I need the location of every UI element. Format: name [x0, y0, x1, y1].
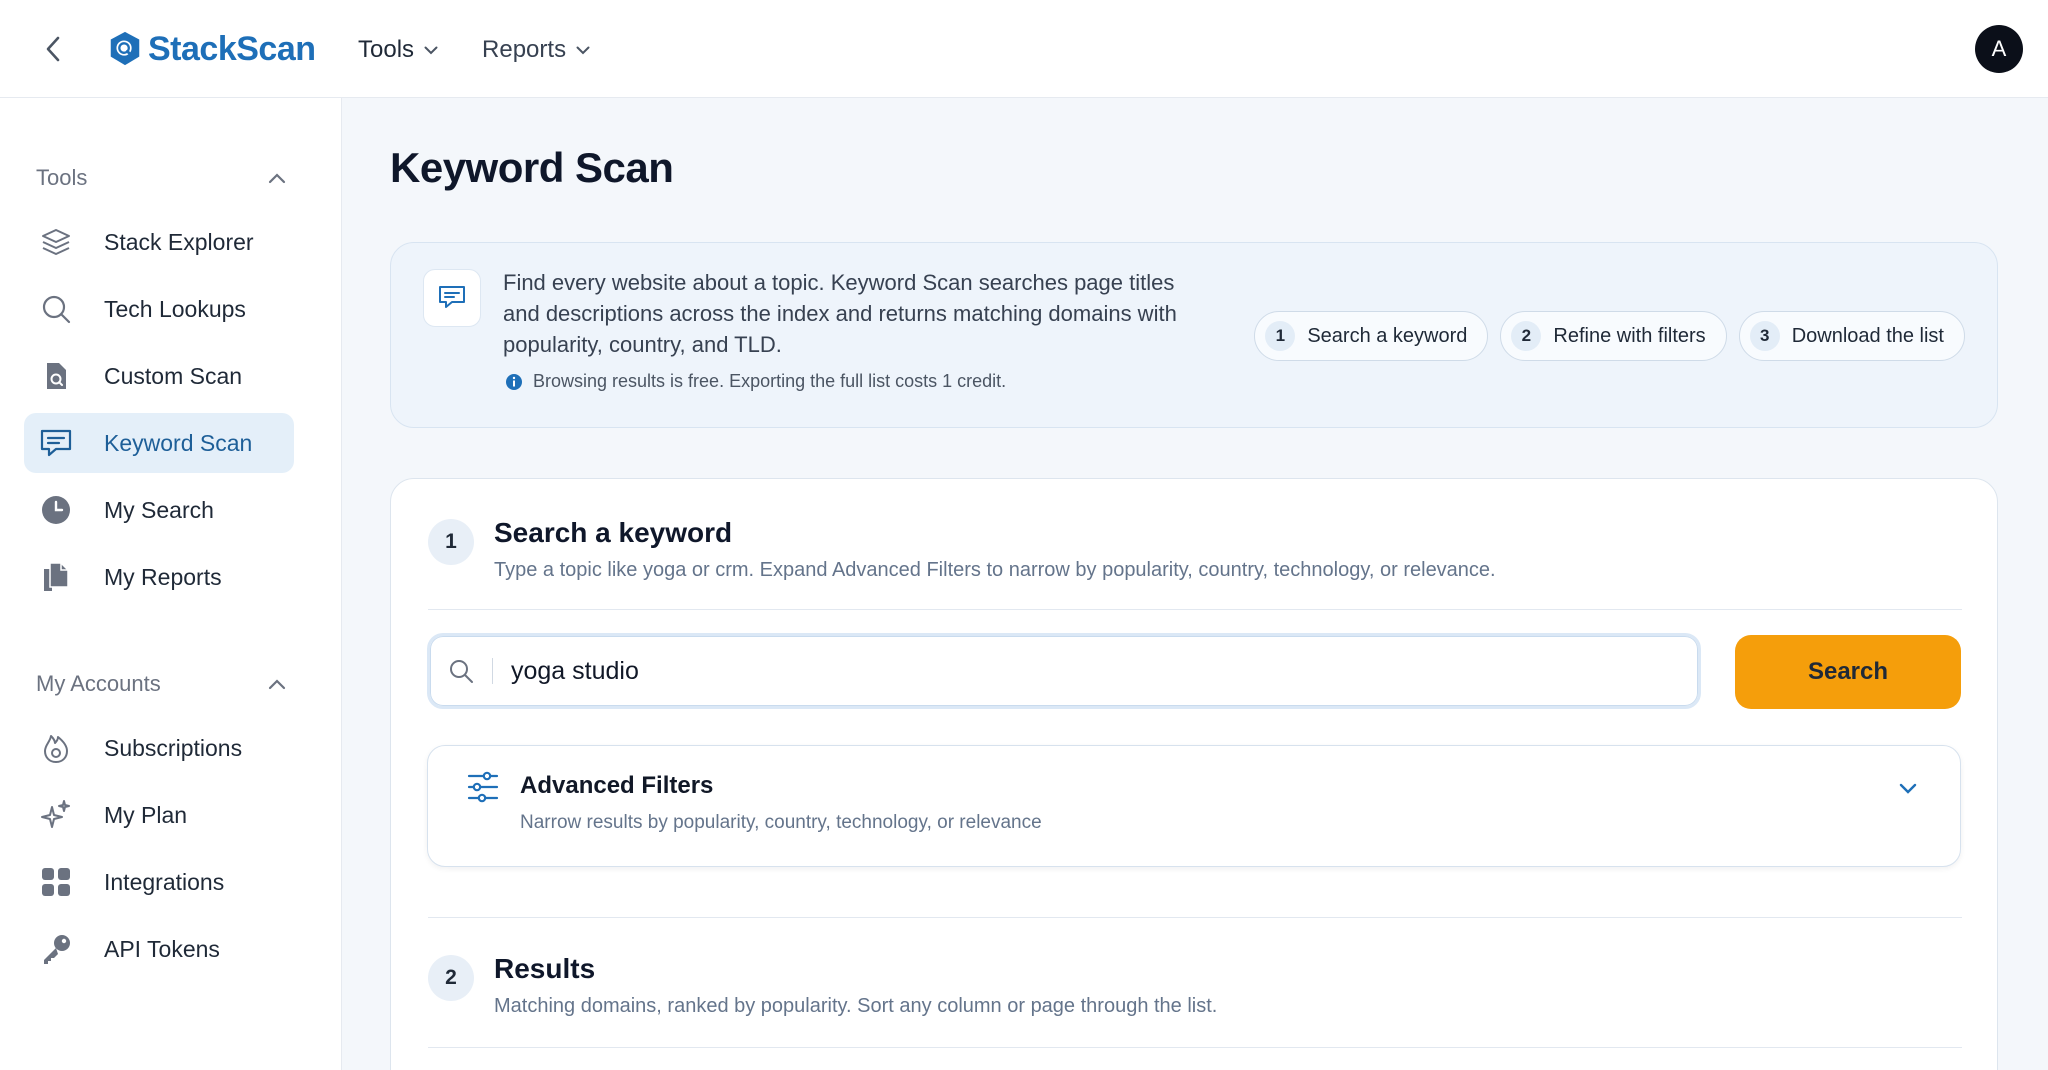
sidebar-item-label: My Search	[104, 496, 214, 523]
divider	[428, 1047, 1962, 1048]
section-subtitle: Type a topic like yoga or crm. Expand Ad…	[494, 559, 1496, 581]
sidebar-item-label: Integrations	[104, 868, 225, 895]
step-number: 2	[1511, 321, 1542, 351]
sidebar-item-subscriptions[interactable]: Subscriptions	[24, 718, 294, 778]
sidebar-item-stack-explorer[interactable]: Stack Explorer	[24, 212, 294, 272]
key-icon	[38, 931, 74, 967]
advanced-filters-toggle[interactable]: Advanced Filters Narrow results by popul…	[427, 745, 1961, 867]
section-title: Search a keyword	[494, 517, 733, 548]
sidebar-item-tech-lookups[interactable]: Tech Lookups	[24, 279, 294, 339]
chevron-down-icon	[576, 46, 590, 54]
top-bar: StackScan Tools Reports A	[0, 0, 2048, 98]
sidebar-item-label: Stack Explorer	[104, 228, 254, 255]
search-icon	[430, 636, 492, 706]
info-note-text: Browsing results is free. Exporting the …	[533, 371, 1007, 391]
search-button[interactable]: Search	[1735, 635, 1961, 709]
sidebar-item-label: Keyword Scan	[104, 429, 253, 456]
sidebar-item-custom-scan[interactable]: Custom Scan	[24, 346, 294, 406]
section-title: Results	[494, 953, 596, 984]
sidebar-item-label: Subscriptions	[104, 734, 243, 761]
divider	[428, 609, 1962, 610]
search-icon	[38, 291, 74, 327]
search-input[interactable]	[511, 656, 1611, 686]
search-field[interactable]	[427, 633, 1701, 709]
layers-icon	[38, 224, 74, 260]
section-number: 2	[428, 955, 474, 1001]
sidebar-item-label: My Reports	[104, 563, 222, 590]
documents-icon	[38, 559, 74, 595]
filters-subtitle: Narrow results by popularity, country, t…	[520, 812, 1042, 833]
keyword-scan-card: 1 Search a keyword Type a topic like yog…	[390, 478, 1998, 1070]
file-search-icon	[38, 358, 74, 394]
nav-reports[interactable]: Reports	[482, 30, 590, 70]
sidebar-item-my-reports[interactable]: My Reports	[24, 547, 294, 607]
sidebar-item-integrations[interactable]: Integrations	[24, 852, 294, 912]
sidebar-item-api-tokens[interactable]: API Tokens	[24, 919, 294, 979]
avatar[interactable]: A	[1975, 25, 2023, 73]
step-number: 3	[1749, 321, 1780, 351]
page-title: Keyword Scan	[390, 144, 674, 191]
step-pill: 2 Refine with filters	[1500, 311, 1727, 361]
grid-icon	[38, 864, 74, 900]
info-description: Find every website about a topic. Keywor…	[503, 270, 1177, 357]
section-subtitle: Matching domains, ranked by popularity. …	[494, 995, 1218, 1017]
divider	[428, 917, 1962, 918]
logo-icon	[110, 31, 140, 66]
step-number: 1	[1265, 321, 1296, 351]
sidebar-item-my-search[interactable]: My Search	[24, 480, 294, 540]
chevron-up-icon	[268, 678, 286, 689]
top-nav: Tools Reports	[358, 30, 590, 70]
step-label: Refine with filters	[1553, 324, 1706, 347]
info-icon	[506, 373, 522, 390]
step-pill: 1 Search a keyword	[1254, 311, 1489, 361]
message-icon	[423, 269, 481, 327]
clock-icon	[38, 492, 74, 528]
step-pill: 3 Download the list	[1738, 311, 1965, 361]
flame-icon	[38, 730, 74, 766]
nav-reports-label: Reports	[482, 36, 567, 63]
message-icon	[38, 425, 74, 461]
sidebar-section-title: My Accounts	[36, 671, 161, 696]
chevron-down-icon	[1899, 783, 1917, 794]
sidebar-item-label: Tech Lookups	[104, 295, 246, 322]
info-card: Find every website about a topic. Keywor…	[390, 242, 1998, 428]
sidebar-section-tools[interactable]: Tools	[36, 160, 286, 196]
chevron-down-icon	[424, 46, 438, 54]
nav-tools[interactable]: Tools	[358, 30, 438, 70]
sparkles-icon	[38, 797, 74, 833]
sidebar-item-keyword-scan[interactable]: Keyword Scan	[24, 413, 294, 473]
sidebar-item-label: API Tokens	[104, 935, 220, 962]
step-label: Download the list	[1791, 324, 1944, 347]
sliders-icon	[467, 771, 499, 803]
sidebar-item-label: My Plan	[104, 801, 188, 828]
nav-tools-label: Tools	[358, 36, 415, 63]
chevron-up-icon	[268, 172, 286, 183]
search-divider	[492, 658, 493, 684]
sidebar-item-my-plan[interactable]: My Plan	[24, 785, 294, 845]
step-label: Search a keyword	[1307, 324, 1468, 347]
section-number: 1	[428, 519, 474, 565]
sidebar-item-label: Custom Scan	[104, 362, 243, 389]
sidebar-section-title: Tools	[36, 165, 88, 190]
sidebar-section-my-accounts[interactable]: My Accounts	[36, 666, 286, 702]
sidebar: Tools Stack Explorer Tech Lookups Custom…	[0, 98, 342, 1070]
back-button[interactable]	[38, 31, 68, 67]
filters-title: Advanced Filters	[520, 772, 714, 799]
logo[interactable]: StackScan	[106, 28, 316, 70]
steps: 1 Search a keyword 2 Refine with filters…	[1254, 311, 1965, 361]
chevron-left-icon	[46, 36, 60, 62]
logo-text: StackScan	[148, 29, 316, 68]
info-note: Browsing results is free. Exporting the …	[505, 371, 1006, 392]
